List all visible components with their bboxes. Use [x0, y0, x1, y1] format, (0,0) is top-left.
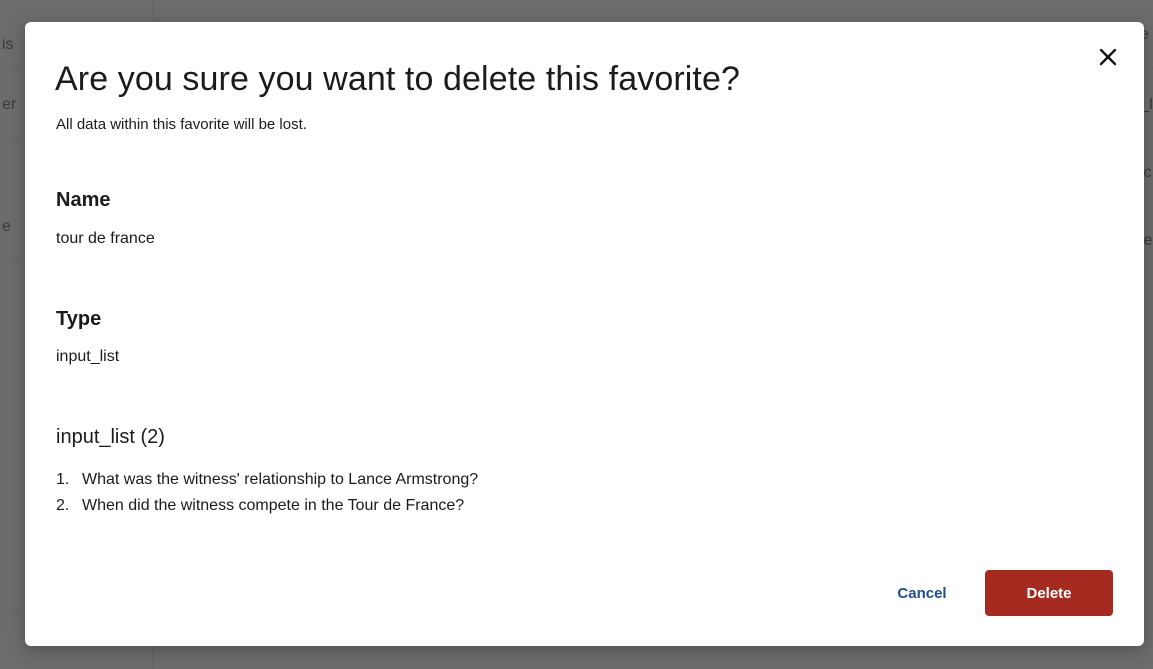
list-item-text: What was the witness' relationship to La… — [82, 471, 479, 488]
list-item: 1. What was the witness' relationship to… — [56, 469, 478, 495]
list-item-number: 2. — [56, 497, 70, 514]
close-icon — [1099, 48, 1117, 66]
name-label: Name — [56, 189, 111, 211]
list-item-text: When did the witness compete in the Tour… — [82, 497, 465, 514]
type-value: input_list — [56, 348, 120, 365]
list-item-number: 1. — [56, 471, 70, 488]
type-label: Type — [56, 308, 102, 330]
input-list: 1. What was the witness' relationship to… — [56, 469, 478, 521]
list-item: 2. When did the witness compete in the T… — [56, 495, 478, 521]
cancel-button[interactable]: Cancel — [887, 580, 957, 606]
close-button[interactable] — [1095, 44, 1121, 70]
dialog-subtitle: All data within this favorite will be lo… — [56, 116, 307, 133]
delete-favorite-dialog: Are you sure you want to delete this fav… — [25, 22, 1144, 646]
delete-button[interactable]: Delete — [985, 570, 1113, 616]
dialog-title: Are you sure you want to delete this fav… — [55, 60, 740, 98]
input-list-title: input_list (2) — [56, 426, 165, 448]
name-value: tour de france — [56, 230, 155, 247]
